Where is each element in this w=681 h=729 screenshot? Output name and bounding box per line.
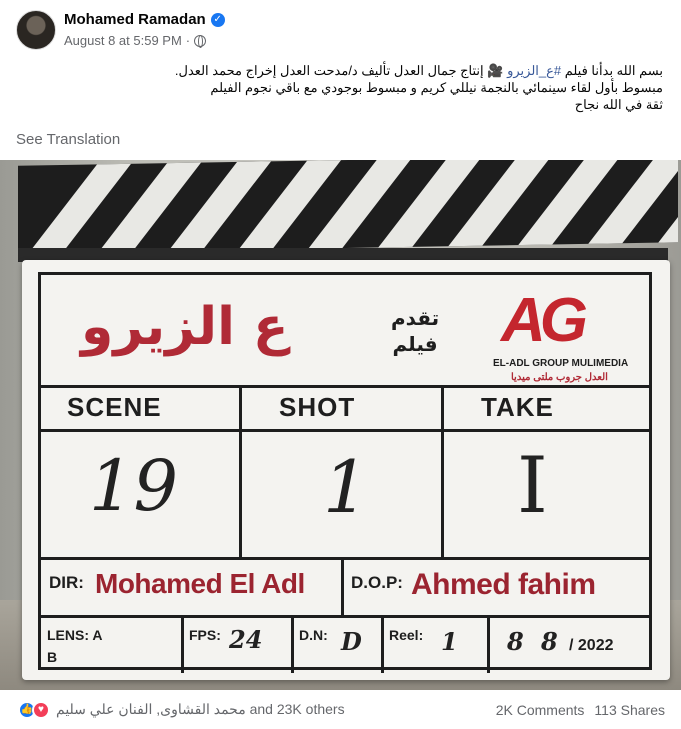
grid-line bbox=[41, 429, 649, 432]
grid-line bbox=[239, 385, 242, 557]
reactions-text: محمد القشاوى, الفنان علي سليم and 23K ot… bbox=[56, 701, 345, 717]
post-text-line-1: بسم الله بدأنا فيلم #ع_الزيرو 🎥 إنتاج جم… bbox=[174, 63, 663, 78]
reel-value: 1 bbox=[441, 627, 458, 656]
shot-label: SHOT bbox=[279, 392, 356, 422]
dop-label: D.O.P: bbox=[351, 573, 403, 592]
film-title: ع الزيرو bbox=[81, 297, 289, 357]
fps-value: 24 bbox=[229, 625, 263, 654]
shares-count[interactable]: 113 Shares bbox=[594, 702, 665, 718]
author-avatar[interactable] bbox=[16, 10, 56, 50]
post-text: بسم الله بدأنا فيلم #ع_الزيرو 🎥 إنتاج جم… bbox=[23, 62, 663, 113]
date-year: / 2022 bbox=[569, 637, 614, 654]
clapper-stick bbox=[18, 160, 678, 254]
comments-count[interactable]: 2K Comments bbox=[496, 702, 585, 718]
post-timestamp[interactable]: August 8 at 5:59 PM bbox=[64, 33, 182, 48]
engagement-counts: 2K Comments 113 Shares bbox=[496, 702, 665, 718]
scene-value: 19 bbox=[89, 445, 179, 527]
lens-b-label: B bbox=[47, 649, 58, 665]
globe-icon[interactable] bbox=[194, 34, 207, 48]
dir-value: Mohamed El Adl bbox=[95, 568, 305, 599]
dn-label: D.N: bbox=[299, 627, 328, 643]
dn-value: D bbox=[341, 627, 362, 656]
clapperboard: ع الزيرو تقدم فيلم AG EL-ADL GROUP MULIM… bbox=[22, 260, 670, 680]
see-translation-link[interactable]: See Translation bbox=[16, 131, 120, 148]
grid-line bbox=[381, 615, 384, 673]
grid-line bbox=[487, 615, 490, 673]
take-label: TAKE bbox=[481, 392, 554, 422]
post-text-line-2: مبسوط بأول لقاء سينمائي بالنجمة نيللي كر… bbox=[210, 80, 663, 95]
author-row: Mohamed Ramadan ✓ bbox=[64, 11, 225, 28]
grid-line bbox=[291, 615, 294, 673]
grid-line bbox=[181, 615, 184, 673]
verified-badge-icon: ✓ bbox=[210, 12, 225, 27]
date-month: 8 bbox=[541, 627, 558, 656]
fps-label: FPS: bbox=[189, 627, 221, 643]
reactions-summary[interactable]: 👍 ♥ محمد القشاوى, الفنان علي سليم and 23… bbox=[18, 700, 345, 719]
lens-label: LENS: A bbox=[47, 627, 103, 643]
clapperboard-frame: ع الزيرو تقدم فيلم AG EL-ADL GROUP MULIM… bbox=[38, 272, 652, 673]
author-name[interactable]: Mohamed Ramadan bbox=[64, 11, 206, 28]
post-meta: August 8 at 5:59 PM · bbox=[64, 33, 207, 48]
scene-label: SCENE bbox=[67, 392, 162, 422]
post-footer: 👍 ♥ محمد القشاوى, الفنان علي سليم and 23… bbox=[0, 690, 681, 729]
date-day: 8 bbox=[507, 627, 524, 656]
presents-text: تقدم فيلم bbox=[391, 306, 440, 356]
dop-value: Ahmed fahim bbox=[411, 568, 596, 601]
separator-dot: · bbox=[185, 33, 191, 48]
take-value: I bbox=[517, 441, 548, 531]
love-reaction-icon: ♥ bbox=[32, 700, 50, 719]
grid-line bbox=[341, 557, 344, 615]
logo-subtitle-en: EL-ADL GROUP MULIMEDIA bbox=[493, 358, 629, 369]
shot-value: 1 bbox=[323, 445, 369, 529]
post-photo[interactable]: ع الزيرو تقدم فيلم AG EL-ADL GROUP MULIM… bbox=[0, 160, 681, 690]
grid-line bbox=[441, 385, 444, 557]
grid-line bbox=[41, 557, 649, 560]
ag-logo: AG bbox=[501, 286, 588, 355]
logo-subtitle-ar: العدل جروب ملتى ميديا bbox=[511, 372, 608, 383]
reel-label: Reel: bbox=[389, 627, 424, 643]
facebook-post: Mohamed Ramadan ✓ August 8 at 5:59 PM · … bbox=[0, 0, 681, 729]
grid-line bbox=[41, 385, 649, 388]
post-text-line-3: ثقة في الله نجاح bbox=[574, 97, 663, 112]
dir-label: DIR: bbox=[49, 573, 84, 592]
hashtag-link[interactable]: #ع_الزيرو bbox=[507, 63, 561, 78]
grid-line bbox=[41, 615, 649, 618]
